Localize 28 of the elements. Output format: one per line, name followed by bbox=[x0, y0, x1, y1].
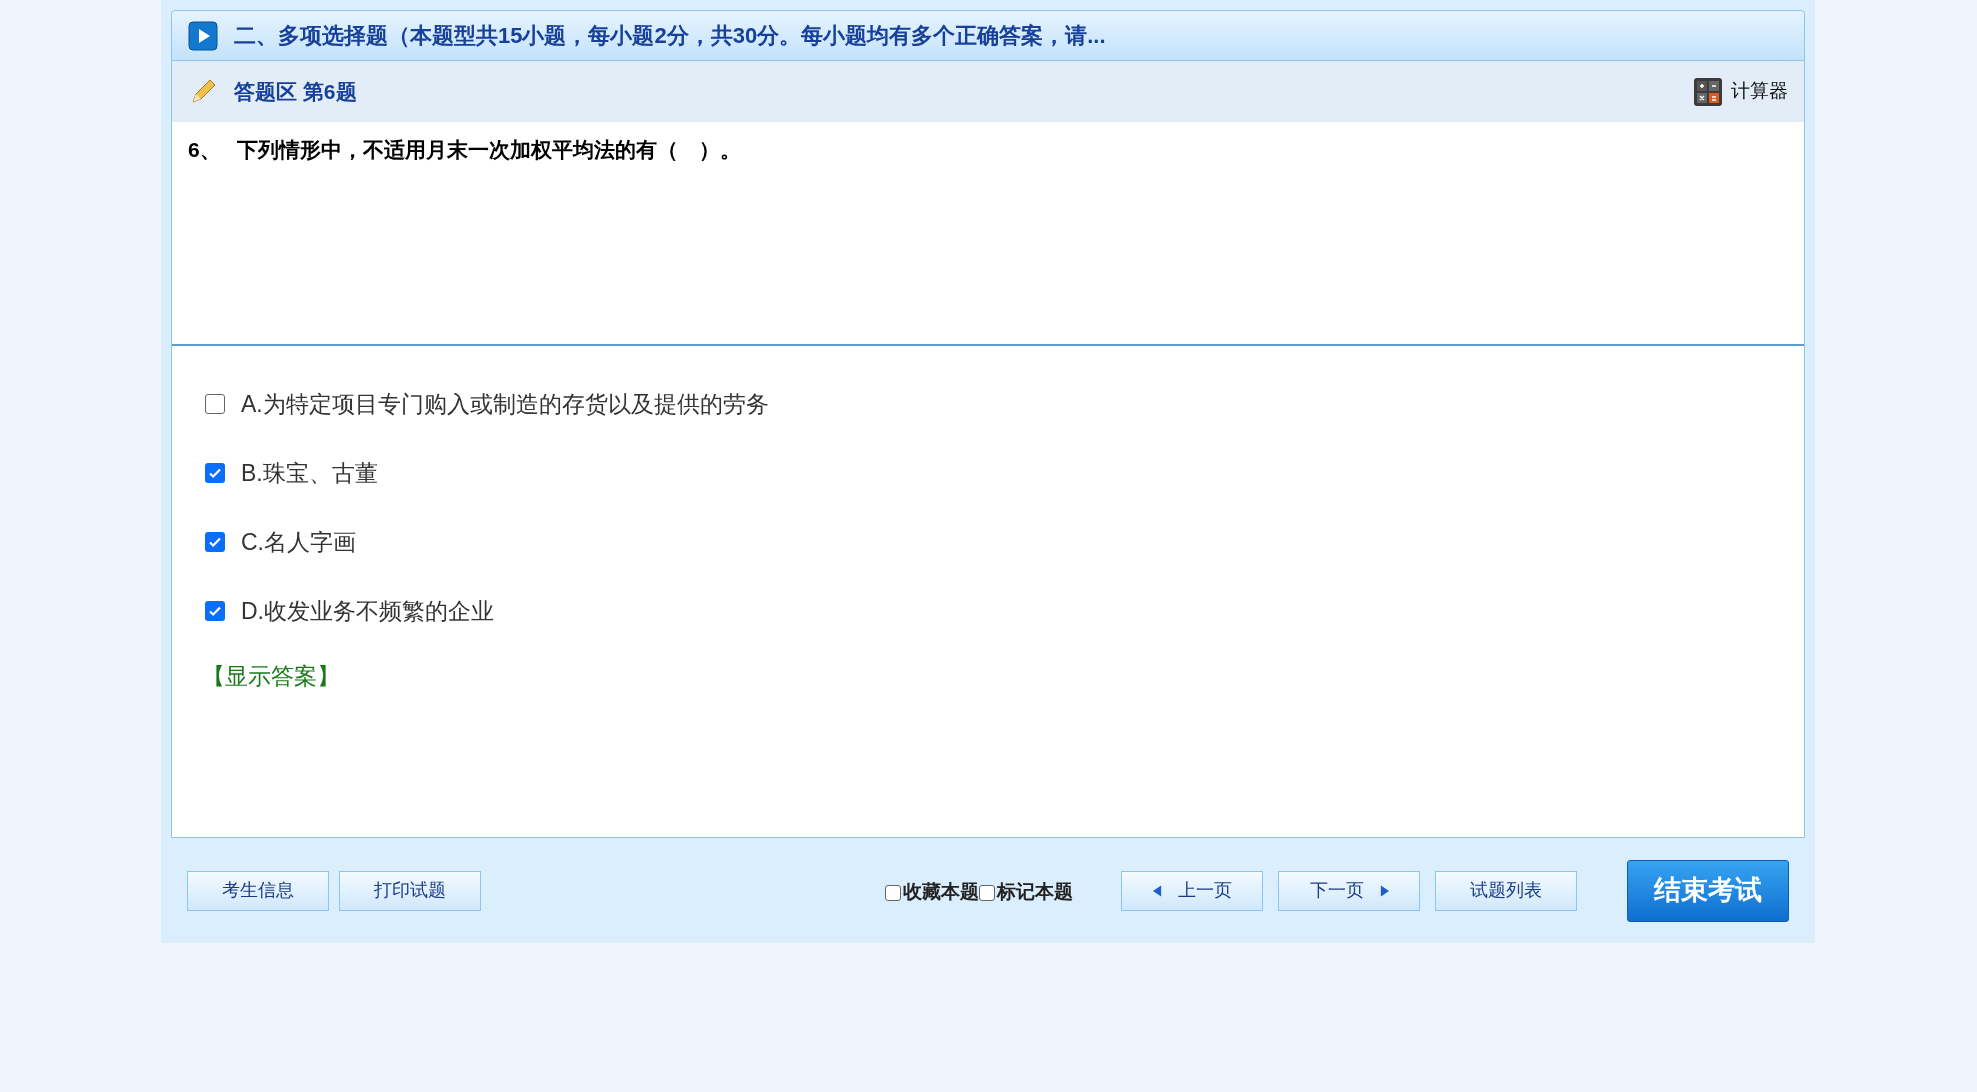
show-answer-link[interactable]: 【显示答案】 bbox=[202, 659, 340, 694]
finish-exam-button[interactable]: 结束考试 bbox=[1627, 859, 1789, 922]
checkbox[interactable] bbox=[979, 884, 995, 901]
checkbox[interactable] bbox=[205, 394, 225, 414]
calculator-icon bbox=[1693, 76, 1723, 107]
left-triangle-icon bbox=[1152, 884, 1162, 897]
checkbox[interactable] bbox=[205, 463, 225, 483]
next-page-button[interactable]: 下一页 bbox=[1278, 870, 1420, 911]
section-title: 二、多项选择题（本题型共15小题，每小题2分，共30分。每小题均有多个正确答案，请... bbox=[234, 22, 1106, 50]
toggle-option[interactable]: 收藏本题 bbox=[885, 878, 979, 907]
play-icon bbox=[188, 20, 218, 51]
answer-option[interactable]: D.收发业务不频繁的企业 bbox=[205, 597, 1804, 625]
question-list-button[interactable]: 试题列表 bbox=[1435, 870, 1577, 911]
toolbar-button[interactable]: 考生信息 bbox=[187, 870, 329, 911]
answer-area-label: 答题区 第6题 bbox=[234, 78, 357, 105]
question-text: 下列情形中，不适用月末一次加权平均法的有（ ）。 bbox=[236, 137, 741, 163]
right-triangle-icon bbox=[1379, 884, 1389, 897]
calculator-button[interactable]: 计算器 bbox=[1693, 76, 1788, 107]
answer-option[interactable]: B.珠宝、古董 bbox=[205, 459, 1804, 487]
question-number: 6、 bbox=[188, 137, 221, 163]
previous-page-button[interactable]: 上一页 bbox=[1121, 870, 1263, 911]
checkbox[interactable] bbox=[885, 884, 901, 901]
answer-option[interactable]: A.为特定项目专门购入或制造的存货以及提供的劳务 bbox=[205, 390, 1804, 418]
toolbar-button[interactable]: 打印试题 bbox=[339, 870, 481, 911]
toggle-option[interactable]: 标记本题 bbox=[979, 878, 1073, 907]
answer-option[interactable]: C.名人字画 bbox=[205, 528, 1804, 556]
checkbox[interactable] bbox=[205, 532, 225, 552]
checkbox[interactable] bbox=[205, 601, 225, 621]
